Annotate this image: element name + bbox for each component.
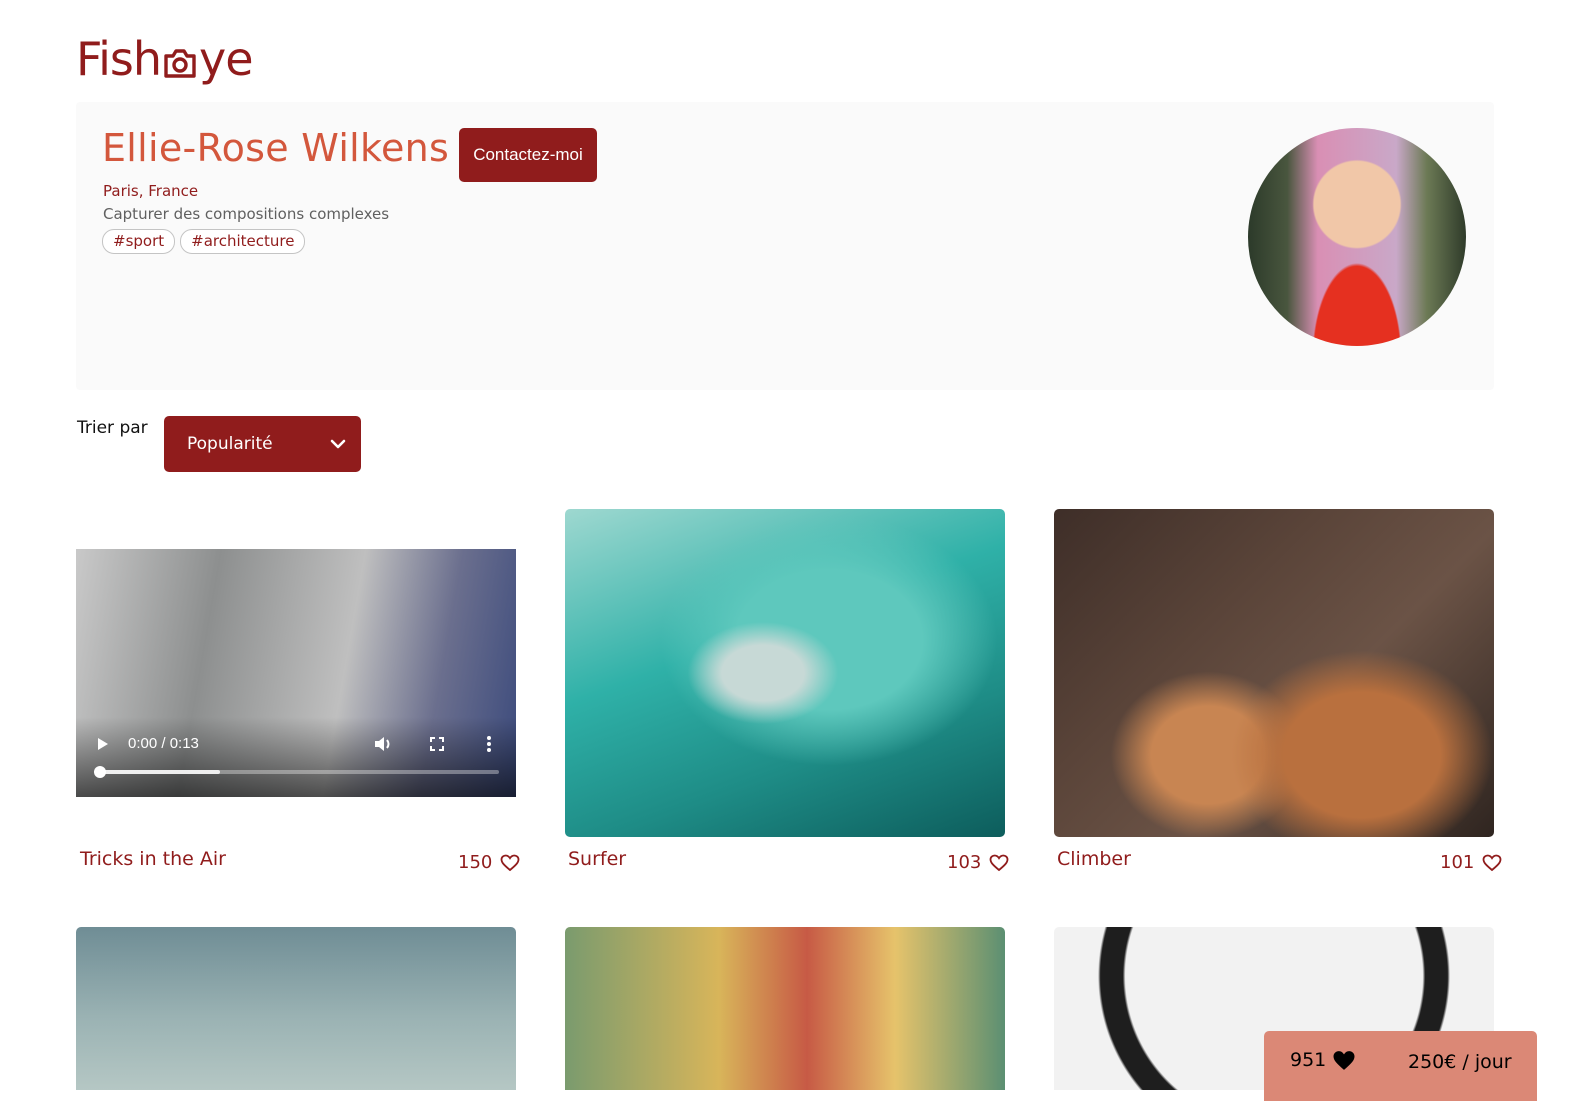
media-title: Surfer — [568, 848, 627, 870]
photographer-location: Paris, France — [103, 182, 199, 200]
media-likes: 150 — [458, 852, 520, 873]
total-likes-count: 951 — [1290, 1049, 1327, 1071]
total-likes: 951 — [1290, 1049, 1356, 1071]
media-likes: 101 — [1440, 852, 1502, 873]
fullscreen-icon[interactable] — [427, 735, 447, 753]
media-likes: 103 — [947, 852, 1009, 873]
media-image-surfer[interactable] — [565, 509, 1005, 837]
camera-icon — [164, 49, 196, 78]
likes-count: 103 — [947, 852, 982, 873]
heart-outline-icon[interactable] — [1482, 854, 1502, 872]
video-progress-thumb[interactable] — [94, 766, 106, 778]
likes-price-summary: 951 250€ / jour — [1264, 1031, 1537, 1101]
sort-dropdown[interactable]: Popularité — [164, 416, 361, 472]
media-video-player[interactable]: 0:00 / 0:13 — [76, 549, 516, 797]
heart-outline-icon[interactable] — [500, 854, 520, 872]
tag-list: #sport #architecture — [102, 229, 306, 254]
daily-price: 250€ / jour — [1408, 1051, 1512, 1073]
logo-text-right: ye — [199, 32, 254, 86]
more-options-icon[interactable] — [479, 735, 499, 753]
media-image-climber[interactable] — [1054, 509, 1494, 837]
tag-sport[interactable]: #sport — [102, 229, 176, 254]
media-image-skater[interactable] — [76, 927, 516, 1090]
likes-count: 150 — [458, 852, 493, 873]
media-image-runners[interactable] — [565, 927, 1005, 1090]
video-progress-fill — [100, 770, 220, 774]
photographer-avatar — [1248, 128, 1466, 346]
photographer-header: Ellie-Rose Wilkens Paris, France Capture… — [76, 102, 1494, 390]
heart-outline-icon[interactable] — [989, 854, 1009, 872]
media-title: Tricks in the Air — [80, 848, 226, 870]
contact-button[interactable]: Contactez-moi — [459, 128, 597, 182]
volume-icon[interactable] — [373, 735, 393, 753]
tag-architecture[interactable]: #architecture — [180, 229, 306, 254]
sort-label: Trier par — [77, 418, 148, 438]
play-icon[interactable] — [96, 737, 110, 751]
logo-text-left: Fish — [76, 32, 162, 86]
fisheye-logo[interactable]: Fish ye — [76, 28, 254, 86]
likes-count: 101 — [1440, 852, 1475, 873]
media-title: Climber — [1057, 848, 1131, 870]
chevron-down-icon — [330, 439, 346, 449]
video-time: 0:00 / 0:13 — [128, 735, 199, 752]
photographer-tagline: Capturer des compositions complexes — [103, 205, 390, 223]
photographer-name: Ellie-Rose Wilkens — [102, 126, 450, 170]
video-controls — [76, 717, 516, 797]
sort-selected-value: Popularité — [187, 434, 273, 454]
video-progress-bar[interactable] — [94, 766, 499, 778]
heart-filled-icon — [1333, 1050, 1355, 1070]
